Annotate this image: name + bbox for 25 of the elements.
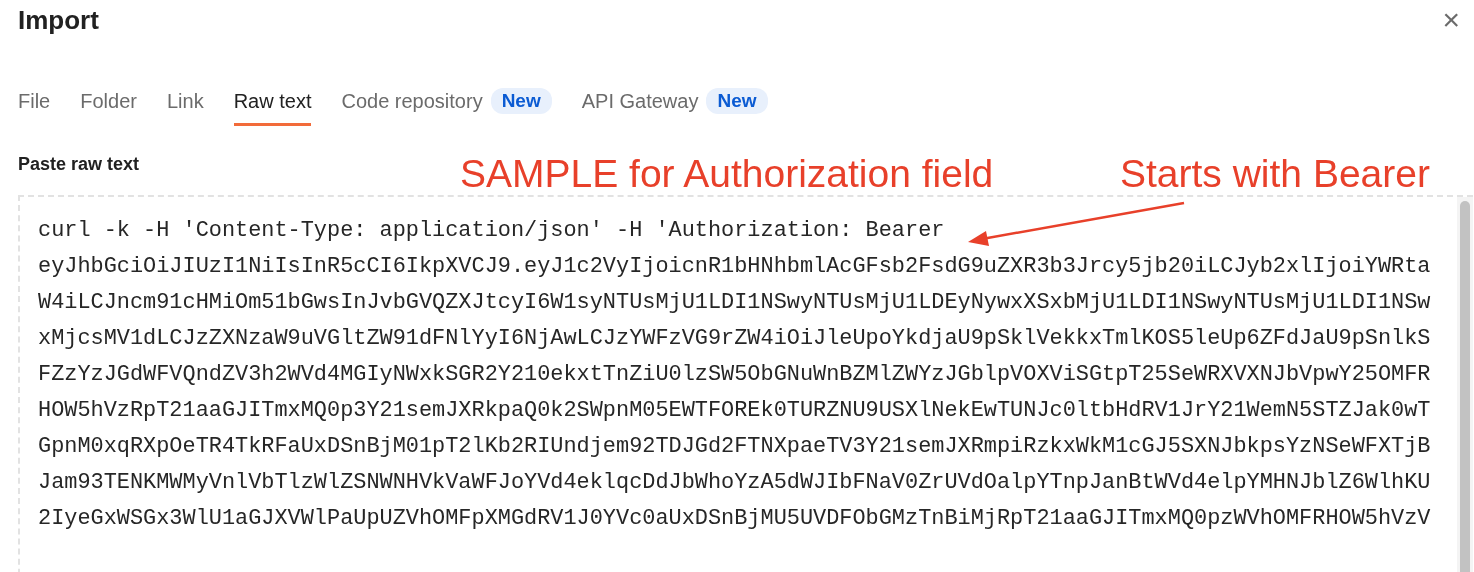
dialog-title: Import (18, 4, 99, 36)
code-line: curl -k -H 'Content-Type: application/json' -H 'Authorization: Bearer (38, 217, 945, 245)
code-line: GpnM0xqRXpOeTR4TkRFaUxDSnBjM01pT2lKb2RIUndjem92TDJGd2FTNXpaeTV3Y21semJXRmpiRzkxWkM1cGJ5SXNJbkpsYzNSeWFXTjB (38, 433, 1431, 461)
new-badge: New (706, 88, 768, 114)
code-line: FZzYzJGdWFVQndZV3h2WVd4MGIyNWxkSGR2Y210ekxtTnZiU0lzSW5ObGNuWnBZMlZWYzJGblpVOXViSGtpT25SeWRXVXNJbVpwY25OMFR (38, 361, 1431, 389)
tab[interactable]: API Gateway New (581, 84, 768, 126)
scrollbar-thumb[interactable] (1460, 201, 1470, 572)
annotation-text: Starts with Bearer (1120, 152, 1430, 196)
code-line: Jam93TENKMWMyVnlVbTlzWlZSNWNHVkVaWFJoYVd4eklqcDdJbWhoYzA5dWJIbFNaV0ZrUVdOalpYTnpJanBtWVd4elpYMHNJblZ6WlhKU (38, 469, 1431, 497)
new-badge: New (490, 88, 552, 114)
raw-text-field[interactable] (18, 195, 1473, 572)
tab[interactable]: Raw text (233, 84, 312, 126)
scrollbar[interactable] (1457, 197, 1473, 572)
field-label: Paste raw text (18, 154, 140, 174)
code-line: eyJhbGciOiJIUzI1NiIsInR5cCI6IkpXVCJ9.eyJ1c2VyIjoicnR1bHNhbmlAcGFsb2FsdG9uZXR3b3Jrcy5jb20iLCJyb2xlIjoiYWRta (38, 253, 1431, 281)
tab[interactable]: Link (166, 84, 204, 126)
code-line: W4iLCJncm91cHMiOm51bGwsInJvbGVQZXJtcyI6W1syNTUsMjU1LDI1NSwyNTUsMjU1LDEyNywxXSxbMjU1LDI1NSwyNTUsMjU1LDI1NSw (38, 289, 1431, 317)
close-button[interactable]: × (1438, 5, 1464, 35)
tab[interactable]: Code repository New (341, 84, 552, 126)
code-line: HOW5hVzRpT21aaGJITmxMQ0p3Y21semJXRkpaQ0k2SWpnM05EWTFOREk0TURZNU9USXlNekEwTUNJc0ltbHdRV1JrY21WemN5STZJak0wT (38, 397, 1431, 425)
tab[interactable]: File (18, 84, 51, 126)
annotation-text: SAMPLE for Authorization field (460, 152, 994, 196)
code-line: xMjcsMV1dLCJzZXNzaW9uVGltZW91dFNlYyI6NjAwLCJzYWFzVG9rZW4iOiJleUpoYkdjaU9pSklVekkxTmlKOS5leUp6ZFdJaU9pSnlkS (38, 325, 1431, 353)
code-line: 2IyeGxWSGx3WlU1aGJXVWlPaUpUZVhOMFpXMGdRV1J0YVc0aUxDSnBjMU5UVDFObGMzTnBiMjRpT21aaGJITmxMQ0pzWVhOMFRHOW5hVzV (38, 505, 1431, 533)
tab[interactable]: Folder (80, 84, 137, 126)
